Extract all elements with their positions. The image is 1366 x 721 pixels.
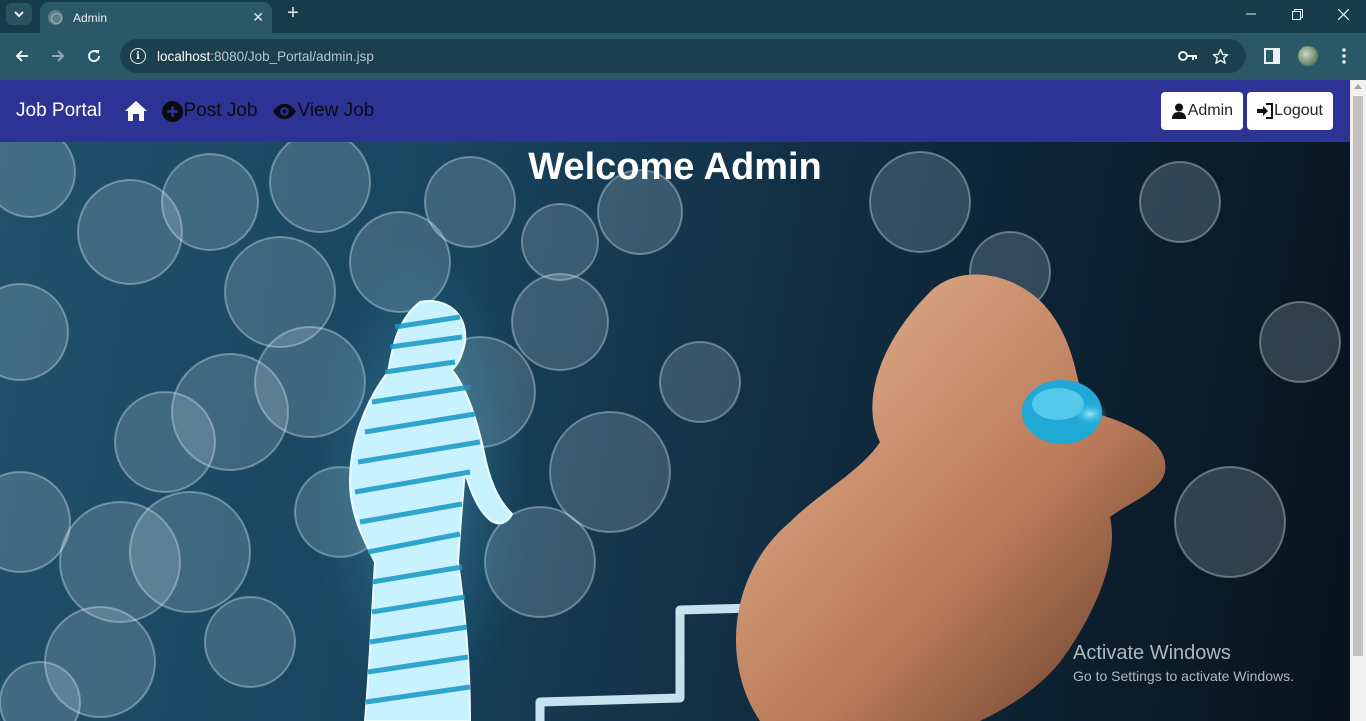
- restore-icon: [1291, 8, 1303, 20]
- site-info-icon[interactable]: i: [130, 48, 146, 64]
- bookmark-star-icon[interactable]: [1212, 39, 1229, 73]
- close-icon: [1337, 8, 1349, 20]
- scrollbar-thumb[interactable]: [1353, 96, 1363, 656]
- walking-figure: [310, 242, 530, 721]
- minimize-icon: [1246, 13, 1256, 15]
- arrow-right-icon: [52, 50, 65, 62]
- reload-button[interactable]: [82, 44, 106, 68]
- plus-circle-icon: [161, 100, 183, 122]
- navbar-brand[interactable]: Job Portal: [16, 100, 102, 122]
- browser-tab-strip: Admin ✕ +: [0, 0, 1366, 33]
- home-icon: [124, 101, 147, 121]
- tab-search-button[interactable]: [6, 3, 32, 25]
- side-panel-icon[interactable]: [1261, 45, 1283, 67]
- hero-background-image: [0, 142, 1341, 721]
- home-link[interactable]: [124, 99, 150, 123]
- scroll-up-arrow-icon[interactable]: [1354, 84, 1362, 89]
- address-bar[interactable]: i localhost:8080/Job_Portal/admin.jsp: [120, 39, 1246, 73]
- site-navbar: Job Portal Post Job View Job Admin Logou…: [0, 80, 1350, 142]
- chevron-down-icon: [14, 11, 24, 18]
- profile-avatar[interactable]: [1297, 45, 1319, 67]
- post-job-label: Post Job: [183, 100, 258, 121]
- browser-toolbar: i localhost:8080/Job_Portal/admin.jsp: [0, 33, 1366, 80]
- view-job-label: View Job: [297, 100, 375, 121]
- restore-button[interactable]: [1274, 0, 1320, 28]
- post-job-link[interactable]: Post Job: [161, 100, 258, 122]
- logout-label: Logout: [1274, 102, 1323, 119]
- admin-label: Admin: [1187, 102, 1234, 119]
- url-host: localhost: [157, 48, 211, 64]
- activate-windows-title: Activate Windows: [1073, 642, 1231, 664]
- password-key-icon[interactable]: [1178, 39, 1198, 73]
- arrow-left-icon: [15, 50, 28, 62]
- back-button[interactable]: [10, 44, 34, 68]
- new-tab-button[interactable]: +: [283, 3, 303, 23]
- view-job-link[interactable]: View Job: [273, 100, 374, 122]
- menu-kebab-icon[interactable]: [1333, 45, 1355, 67]
- welcome-heading: Welcome Admin: [528, 146, 822, 188]
- minimize-button[interactable]: [1228, 0, 1274, 28]
- admin-button[interactable]: Admin: [1160, 92, 1244, 130]
- navbar-right-group: Admin Logout: [1160, 92, 1333, 130]
- tab-close-icon[interactable]: ✕: [252, 9, 264, 26]
- forward-button[interactable]: [46, 44, 70, 68]
- user-icon: [1171, 103, 1186, 119]
- activate-windows-subtitle: Go to Settings to activate Windows.: [1073, 668, 1294, 684]
- url-path: :8080/Job_Portal/admin.jsp: [210, 48, 374, 64]
- close-window-button[interactable]: [1320, 0, 1366, 28]
- hero-banner: Welcome Admin Activate Windows Go to Set…: [0, 142, 1350, 721]
- page-scrollbar[interactable]: [1350, 80, 1366, 721]
- tab-title: Admin: [73, 10, 108, 25]
- eye-icon: [273, 103, 297, 119]
- browser-tab-active[interactable]: Admin ✕: [40, 2, 272, 33]
- sign-out-icon: [1257, 103, 1274, 119]
- globe-icon: [48, 10, 63, 25]
- logout-button[interactable]: Logout: [1247, 92, 1333, 130]
- page-viewport: Job Portal Post Job View Job Admin Logou…: [0, 80, 1350, 721]
- reload-icon: [88, 50, 101, 63]
